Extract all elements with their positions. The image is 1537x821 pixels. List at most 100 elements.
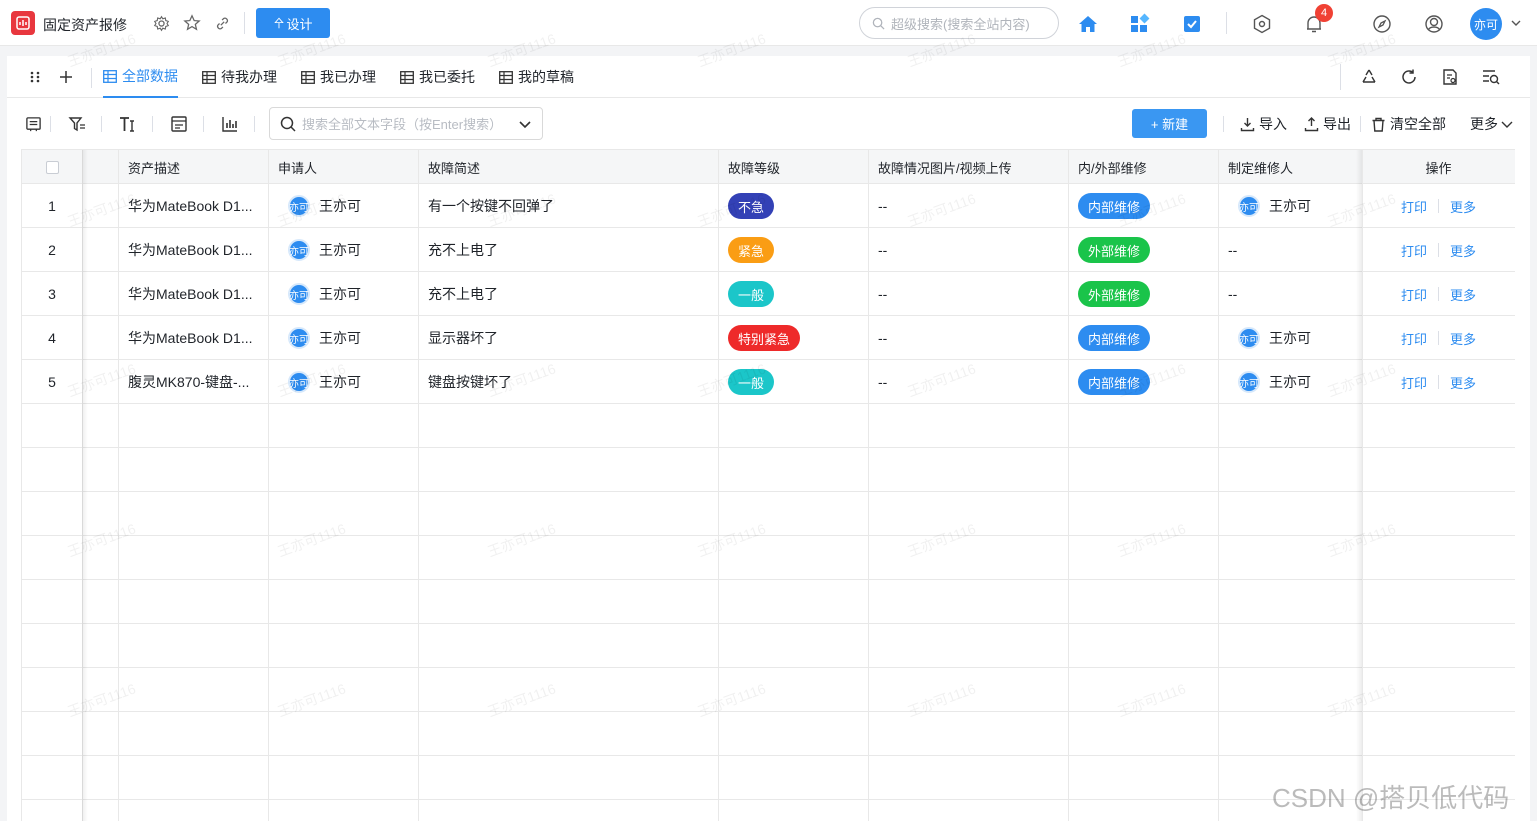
task-check-icon[interactable] <box>1180 12 1204 36</box>
column-header[interactable]: 故障简述 <box>418 150 718 184</box>
tab-all-data[interactable]: 全部数据 <box>103 56 178 98</box>
new-record-button[interactable]: + 新建 <box>1132 109 1207 138</box>
design-button[interactable]: 㐃 设计 <box>256 8 330 38</box>
applicant-cell[interactable]: 亦可 王亦可 <box>278 316 418 360</box>
asset-cell[interactable]: 华为MateBook D1... <box>118 272 268 316</box>
star-icon[interactable] <box>182 13 202 33</box>
user-circle-icon[interactable] <box>1422 12 1446 36</box>
super-search-input[interactable]: 超级搜索(搜索全站内容) <box>859 7 1059 39</box>
more-label: 更多 <box>1470 116 1498 132</box>
drag-handle-icon[interactable] <box>25 67 45 87</box>
table-row[interactable]: 5 腹灵MK870-键盘-... 亦可 王亦可 键盘按键坏了 一般 -- 内部维修 亦… <box>22 360 1515 404</box>
tab-drafts[interactable]: 我的草稿 <box>499 56 574 98</box>
refresh-icon[interactable] <box>1399 67 1419 87</box>
recycle-icon[interactable] <box>1359 67 1379 87</box>
gear-icon[interactable] <box>151 13 171 33</box>
more-link[interactable]: 更多 <box>1450 241 1476 260</box>
table-row[interactable]: 3 华为MateBook D1... 亦可 王亦可 充不上电了 一般 -- 外部维修 -… <box>22 272 1515 316</box>
asset-cell[interactable]: 腹灵MK870-键盘-... <box>118 360 268 404</box>
asset-cell[interactable]: 华为MateBook D1... <box>118 184 268 228</box>
print-link[interactable]: 打印 <box>1401 373 1427 392</box>
media-cell[interactable]: -- <box>868 184 1068 228</box>
level-cell[interactable]: 特别紧急 <box>718 316 868 360</box>
checkbox[interactable] <box>45 160 59 174</box>
fault-cell[interactable]: 充不上电了 <box>418 228 718 272</box>
print-link[interactable]: 打印 <box>1401 197 1427 216</box>
more-link[interactable]: 更多 <box>1450 197 1476 216</box>
table-search-input[interactable]: 搜索全部文本字段（按Enter搜索） <box>269 107 543 140</box>
media-cell[interactable]: -- <box>868 360 1068 404</box>
link-icon[interactable] <box>212 13 232 33</box>
repair-type-cell[interactable]: 内部维修 <box>1068 360 1218 404</box>
fault-cell[interactable]: 充不上电了 <box>418 272 718 316</box>
text-size-icon[interactable] <box>118 114 138 134</box>
column-header[interactable]: 内/外部维修 <box>1068 150 1218 184</box>
print-settings-icon[interactable] <box>1440 67 1460 87</box>
more-link[interactable]: 更多 <box>1450 329 1476 348</box>
divider <box>1340 64 1341 90</box>
applicant-cell[interactable]: 亦可 王亦可 <box>278 184 418 228</box>
level-cell[interactable]: 不急 <box>718 184 868 228</box>
chart-icon[interactable] <box>220 114 240 134</box>
repairer-cell[interactable]: -- <box>1218 228 1362 272</box>
column-header[interactable]: 资产描述 <box>118 150 268 184</box>
column-header[interactable]: 故障等级 <box>718 150 868 184</box>
row-index: 1 <box>48 198 56 214</box>
table-row[interactable]: 1 华为MateBook D1... 亦可 王亦可 有一个按键不回弹了 不急 -- 内… <box>22 184 1515 228</box>
media-cell[interactable]: -- <box>868 272 1068 316</box>
form-view-icon[interactable] <box>169 114 189 134</box>
media-cell[interactable]: -- <box>868 316 1068 360</box>
repairer-cell[interactable]: 亦可 王亦可 <box>1228 316 1362 360</box>
avatar[interactable]: 亦可 <box>1470 8 1502 40</box>
fault-cell[interactable]: 有一个按键不回弹了 <box>418 184 718 228</box>
clear-all-button[interactable]: 清空全部 <box>1371 114 1446 134</box>
media-cell[interactable]: -- <box>868 228 1068 272</box>
repairer-cell[interactable]: 亦可 王亦可 <box>1228 360 1362 404</box>
chevron-down-icon[interactable] <box>518 117 532 131</box>
print-link[interactable]: 打印 <box>1401 285 1427 304</box>
export-button[interactable]: 导出 <box>1304 114 1351 134</box>
repair-type-cell[interactable]: 外部维修 <box>1068 272 1218 316</box>
chevron-down-icon[interactable] <box>1510 17 1522 32</box>
repairer-cell[interactable]: -- <box>1218 272 1362 316</box>
repair-type-cell[interactable]: 内部维修 <box>1068 316 1218 360</box>
divider <box>203 116 204 132</box>
tab-delegated[interactable]: 我已委托 <box>400 56 475 98</box>
repairer-cell[interactable]: 亦可 王亦可 <box>1228 184 1362 228</box>
column-header[interactable]: 故障情况图片/视频上传 <box>868 150 1068 184</box>
add-view-icon[interactable] <box>56 67 76 87</box>
applicant-cell[interactable]: 亦可 王亦可 <box>278 272 418 316</box>
applicant-cell[interactable]: 亦可 王亦可 <box>278 360 418 404</box>
table-row[interactable]: 2 华为MateBook D1... 亦可 王亦可 充不上电了 紧急 -- 外部维修 -… <box>22 228 1515 272</box>
level-cell[interactable]: 一般 <box>718 272 868 316</box>
more-link[interactable]: 更多 <box>1450 285 1476 304</box>
more-link[interactable]: 更多 <box>1450 373 1476 392</box>
applicant-cell[interactable]: 亦可 王亦可 <box>278 228 418 272</box>
repair-type-cell[interactable]: 内部维修 <box>1068 184 1218 228</box>
column-header[interactable]: 申请人 <box>268 150 418 184</box>
fault-cell[interactable]: 显示器坏了 <box>418 316 718 360</box>
print-link[interactable]: 打印 <box>1401 241 1427 260</box>
import-button[interactable]: 导入 <box>1240 114 1287 134</box>
tab-pending[interactable]: 待我办理 <box>202 56 277 98</box>
filter-icon[interactable] <box>67 114 87 134</box>
level-cell[interactable]: 紧急 <box>718 228 868 272</box>
column-header[interactable]: 制定维修人 <box>1218 150 1362 184</box>
more-button[interactable]: 更多 <box>1470 114 1518 134</box>
hexagon-icon[interactable] <box>1250 12 1274 36</box>
table-icon <box>499 70 513 84</box>
select-all-checkbox[interactable] <box>22 150 82 184</box>
asset-cell[interactable]: 华为MateBook D1... <box>118 316 268 360</box>
level-cell[interactable]: 一般 <box>718 360 868 404</box>
tab-handled[interactable]: 我已办理 <box>301 56 376 98</box>
search-list-icon[interactable] <box>1481 67 1501 87</box>
print-link[interactable]: 打印 <box>1401 329 1427 348</box>
view-toggle-icon[interactable] <box>23 114 43 134</box>
apps-icon[interactable] <box>1128 12 1152 36</box>
asset-cell[interactable]: 华为MateBook D1... <box>118 228 268 272</box>
home-icon[interactable] <box>1076 12 1100 36</box>
repair-type-cell[interactable]: 外部维修 <box>1068 228 1218 272</box>
compass-icon[interactable] <box>1370 12 1394 36</box>
fault-cell[interactable]: 键盘按键坏了 <box>418 360 718 404</box>
table-row[interactable]: 4 华为MateBook D1... 亦可 王亦可 显示器坏了 特别紧急 -- 内部维… <box>22 316 1515 360</box>
